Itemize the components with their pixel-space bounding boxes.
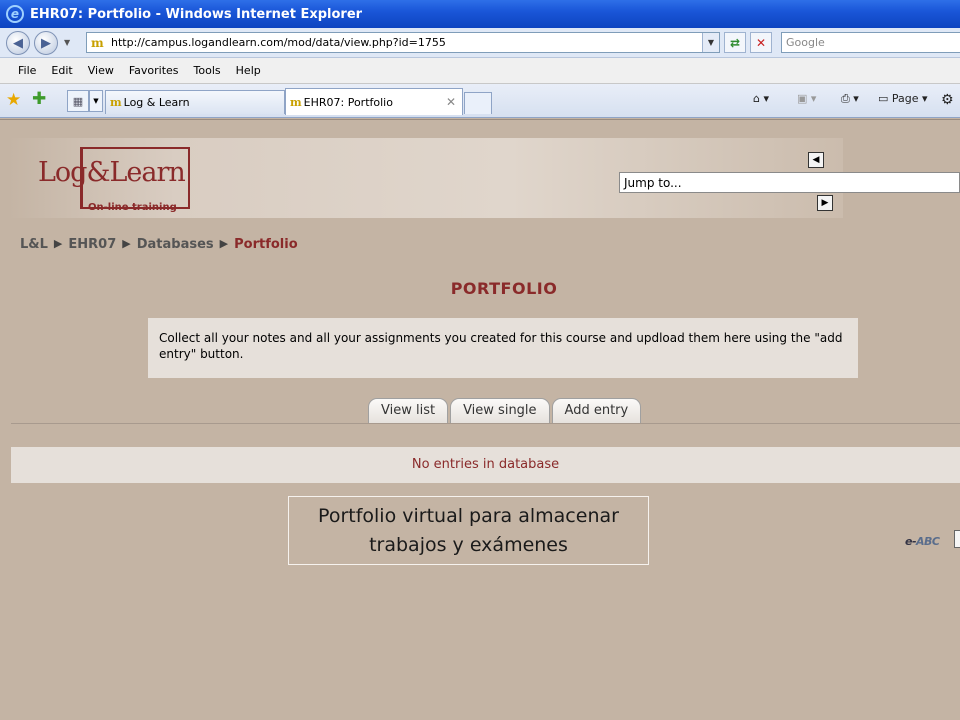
close-tab-icon[interactable]: ✕ [446,95,456,109]
favorites-star-icon[interactable]: ★ [6,90,21,110]
breadcrumb-course[interactable]: EHR07 [68,237,116,252]
intro-text: Collect all your notes and all your assi… [148,318,858,378]
refresh-button[interactable]: ⇄ [724,32,746,53]
view-tabs: View list View single Add entry [368,398,642,423]
tab-list-dropdown-icon[interactable]: ▼ [89,90,103,112]
address-text: http://campus.logandlearn.com/mod/data/v… [111,36,446,49]
menu-edit[interactable]: Edit [51,64,72,77]
tab-view-single[interactable]: View single [450,398,550,423]
page-title: PORTFOLIO [450,279,558,298]
print-icon[interactable]: ⎙ ▾ [841,92,859,106]
site-favicon-icon: m [91,35,104,50]
breadcrumb-separator-icon: ▶ [219,237,229,250]
window-title: EHR07: Portfolio - Windows Internet Expl… [30,6,363,22]
site-favicon-icon: m [290,95,302,109]
breadcrumb-databases[interactable]: Databases [137,237,214,252]
home-icon[interactable]: ⌂ ▾ [753,92,769,105]
internet-explorer-icon: e [6,5,24,23]
page-menu-label: Page [891,92,919,105]
jump-previous-button[interactable]: ◀ [808,152,824,168]
tab-add-entry[interactable]: Add entry [551,398,642,423]
eabc-logo[interactable]: e-ABC [905,535,940,548]
eabc-logo-brand: ABC [916,535,940,548]
menu-tools[interactable]: Tools [194,64,221,77]
jump-next-button[interactable]: ▶ [817,195,833,211]
breadcrumb-home[interactable]: L&L [20,237,48,252]
caption-box: Portfolio virtual para almacenar trabajo… [288,496,649,565]
tab-view-list[interactable]: View list [368,398,449,423]
stop-button[interactable]: ✕ [750,32,772,53]
new-tab-button[interactable] [464,92,492,114]
edge-control[interactable] [954,530,960,548]
window-titlebar: e EHR07: Portfolio - Windows Internet Ex… [0,0,960,28]
forward-button[interactable]: ▶ [34,31,58,55]
breadcrumb-current: Portfolio [234,237,298,252]
breadcrumb-separator-icon: ▶ [122,237,131,250]
eabc-logo-prefix: e- [905,535,917,548]
breadcrumb: L&L ▶ EHR07 ▶ Databases ▶ Portfolio [20,237,298,252]
menu-file[interactable]: File [18,64,36,77]
breadcrumb-separator-icon: ▶ [53,237,63,250]
address-dropdown-icon[interactable]: ▼ [702,33,719,52]
menu-view[interactable]: View [88,64,114,77]
address-input[interactable]: m http://campus.logandlearn.com/mod/data… [86,32,720,53]
menu-help[interactable]: Help [236,64,261,77]
tab-divider [11,423,960,424]
logo-subtitle: On-line training [88,202,177,213]
tab-bar: ★ ✚ ▦ ▼ m Log & Learn m EHR07: Portfolio… [0,84,960,118]
add-favorite-icon[interactable]: ✚ [32,89,46,109]
jump-to-select[interactable]: Jump to... [619,172,960,193]
tab-log-and-learn[interactable]: m Log & Learn [105,90,285,114]
tab-label: Log & Learn [123,96,190,109]
quick-tabs-icon[interactable]: ▦ [67,90,89,112]
search-input[interactable]: Google [781,32,960,53]
address-bar-row: ◀ ▶ ▼ m http://campus.logandlearn.com/mo… [0,28,960,58]
site-favicon-icon: m [110,96,122,109]
page-menu-button[interactable]: ▭ Page ▾ [878,92,928,105]
site-logo[interactable]: Log&Learn On-line training [38,147,190,217]
tab-ehr07-portfolio[interactable]: m EHR07: Portfolio ✕ [285,88,463,115]
page-content: Log&Learn On-line training ◀ Jump to... … [0,119,960,720]
no-entries-message: No entries in database [11,447,960,483]
menu-bar: File Edit View Favorites Tools Help [0,58,960,84]
history-dropdown-icon[interactable]: ▼ [64,38,70,47]
tools-gear-icon[interactable]: ⚙ [941,92,954,108]
back-button[interactable]: ◀ [6,31,30,55]
logo-word: Log&Learn [38,157,186,188]
feeds-icon[interactable]: ▣ ▾ [797,92,816,105]
tab-label: EHR07: Portfolio [303,95,393,109]
menu-favorites[interactable]: Favorites [129,64,179,77]
